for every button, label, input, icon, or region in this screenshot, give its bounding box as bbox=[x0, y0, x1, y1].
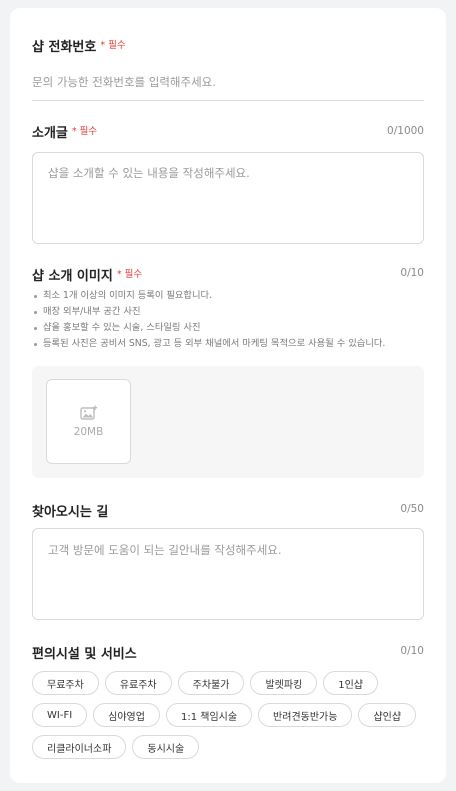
directions-counter: 0/50 bbox=[400, 503, 424, 515]
intro-textarea[interactable]: 샵을 소개할 수 있는 내용을 작성해주세요. bbox=[32, 152, 424, 244]
facility-chip[interactable]: 주차불가 bbox=[177, 671, 245, 695]
guideline-item: 최소 1개 이상의 이미지 등록이 필요합니다. bbox=[34, 288, 385, 304]
image-upload-button[interactable]: 20MB bbox=[46, 379, 131, 464]
facility-chip[interactable]: 1:1 책임시술 bbox=[165, 703, 253, 727]
facility-chip[interactable]: 샵인샵 bbox=[358, 703, 417, 727]
facility-chip[interactable]: 심야영업 bbox=[93, 703, 160, 727]
directions-label: 찾아오시는 길 bbox=[32, 505, 109, 520]
facilities-label: 편의시설 및 서비스 bbox=[32, 647, 137, 662]
required-mark: * 필수 bbox=[100, 40, 126, 51]
phone-input[interactable]: 문의 가능한 전화번호를 입력해주세요. bbox=[32, 74, 216, 90]
image-add-icon bbox=[79, 405, 97, 420]
intro-placeholder: 샵을 소개할 수 있는 내용을 작성해주세요. bbox=[48, 166, 250, 180]
facilities-counter: 0/10 bbox=[400, 645, 424, 657]
images-counter: 0/10 bbox=[400, 267, 424, 279]
directions-textarea[interactable]: 고객 방문에 도움이 되는 길안내를 작성해주세요. bbox=[32, 528, 424, 620]
phone-label: 샵 전화번호 * 필수 bbox=[32, 40, 126, 55]
phone-input-underline bbox=[32, 100, 424, 101]
image-guidelines: 최소 1개 이상의 이미지 등록이 필요합니다. 매장 외부/내부 공간 사진 … bbox=[34, 288, 385, 352]
facility-chip[interactable]: 유료주차 bbox=[104, 671, 172, 695]
intro-label: 소개글 * 필수 bbox=[32, 126, 98, 141]
guideline-item: 등록된 사진은 공비서 SNS, 광고 등 외부 채널에서 마케팅 목적으로 사… bbox=[34, 336, 385, 352]
images-label: 샵 소개 이미지 * 필수 bbox=[32, 269, 143, 284]
facility-chip[interactable]: WI-FI bbox=[32, 703, 88, 727]
upload-size-limit: 20MB bbox=[73, 426, 104, 438]
intro-counter: 0/1000 bbox=[387, 125, 424, 137]
image-upload-area: 20MB bbox=[32, 366, 424, 478]
facility-chip[interactable]: 동시시술 bbox=[132, 735, 200, 759]
facility-chip[interactable]: 발렛파킹 bbox=[250, 671, 318, 695]
facility-chip-list: 무료주차 유료주차 주차불가 발렛파킹 1인샵 WI-FI 심야영업 1:1 책… bbox=[32, 671, 432, 759]
directions-placeholder: 고객 방문에 도움이 되는 길안내를 작성해주세요. bbox=[48, 543, 282, 557]
required-mark: * 필수 bbox=[116, 269, 143, 280]
facility-chip[interactable]: 1인샵 bbox=[323, 671, 379, 695]
facility-chip[interactable]: 반려견동반가능 bbox=[258, 703, 353, 727]
facility-chip[interactable]: 리클라이너소파 bbox=[32, 735, 127, 759]
guideline-item: 매장 외부/내부 공간 사진 bbox=[34, 304, 385, 320]
required-mark: * 필수 bbox=[71, 126, 98, 137]
facility-chip[interactable]: 무료주차 bbox=[32, 671, 99, 695]
shop-info-form: 샵 전화번호 * 필수 문의 가능한 전화번호를 입력해주세요. 소개글 * 필수 … bbox=[10, 8, 446, 783]
guideline-item: 샵을 홍보할 수 있는 시술, 스타일링 사진 bbox=[34, 320, 385, 336]
